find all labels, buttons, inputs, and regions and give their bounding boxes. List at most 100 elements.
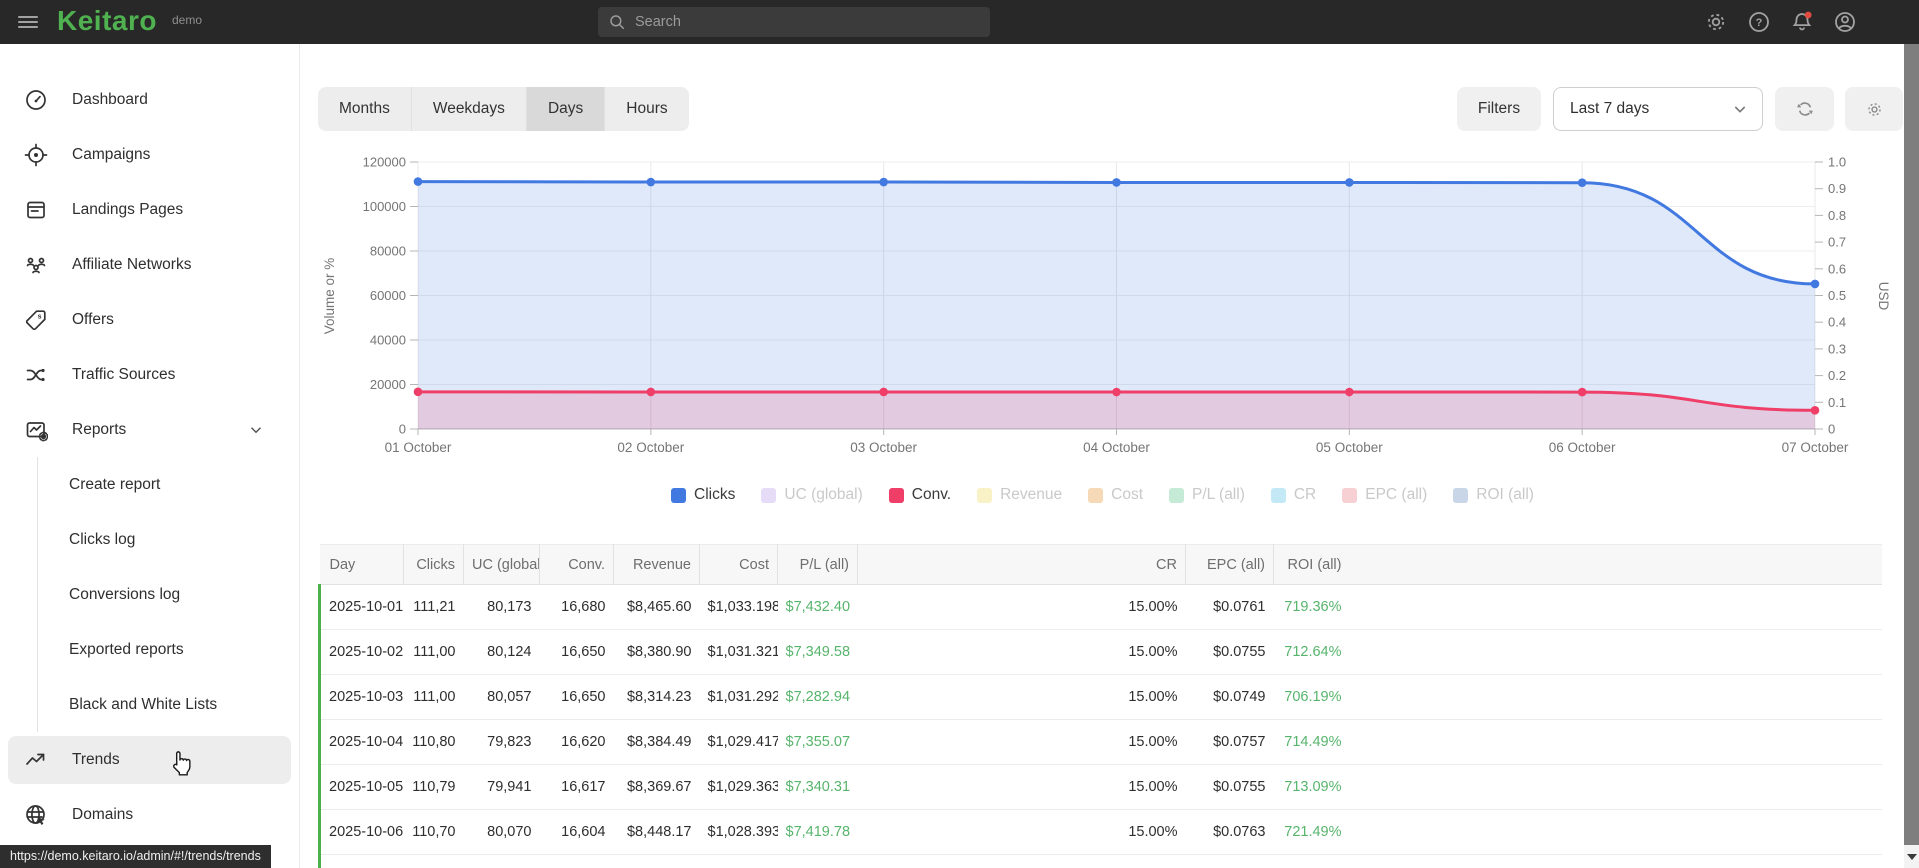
axis-label: 0.4: [1828, 315, 1846, 330]
filters-button[interactable]: Filters: [1457, 87, 1541, 131]
axis-label: 02 October: [617, 440, 684, 455]
sidebar-subitem-clicks-log[interactable]: Clicks log: [38, 512, 299, 567]
scrollbar-down-arrow[interactable]: [1904, 845, 1919, 868]
scrollbar-thumb[interactable]: [1904, 44, 1919, 845]
legend-swatch: [888, 487, 904, 503]
axis-label: 0.5: [1828, 288, 1846, 303]
sidebar-item-offers[interactable]: s Offers: [8, 292, 291, 347]
table-cell: 706.19%: [1273, 674, 1350, 720]
table-cell: $1,033.1989: [699, 584, 778, 630]
axis-label: 120000: [363, 155, 406, 170]
tab-hours[interactable]: Hours: [604, 87, 688, 131]
table-cell: 15.00%: [857, 674, 1186, 720]
sidebar-item-affiliate-networks[interactable]: Affiliate Networks: [8, 237, 291, 292]
tab-weekdays[interactable]: Weekdays: [410, 87, 526, 131]
table-row: 2025-10-0744,4944,4576,646$4,063.94$587.…: [318, 854, 1882, 868]
clicks-point: [413, 177, 423, 186]
axis-label: 07 October: [1782, 440, 1849, 455]
legend-item-conv[interactable]: Conv.: [888, 486, 951, 504]
table-cell: 80,124: [463, 629, 540, 675]
chart-settings-button[interactable]: [1845, 87, 1903, 131]
table-cell: 44,457: [463, 854, 540, 868]
table-cell: $8,448.17: [613, 809, 700, 855]
sidebar-item-label: Reports: [72, 420, 127, 438]
legend-item-epc-all[interactable]: EPC (all): [1342, 486, 1427, 504]
sidebar-item-trends[interactable]: Trends: [8, 735, 291, 784]
sidebar-subitem-create-report[interactable]: Create report: [38, 457, 299, 512]
tab-days[interactable]: Days: [525, 87, 605, 131]
search-box[interactable]: [598, 7, 990, 37]
refresh-button[interactable]: [1775, 87, 1834, 131]
table-cell: $0.0755: [1185, 629, 1274, 675]
table-row: 2025-10-03 111,00 80,057 16,650 $8,314.23 $1,…: [318, 674, 1882, 720]
column-header-uc-global: UC (global): [463, 544, 540, 585]
sidebar-subitem-exported-reports[interactable]: Exported reports: [38, 622, 299, 677]
table-cell-filler: [1349, 584, 1882, 630]
account-icon[interactable]: [1833, 10, 1857, 34]
sidebar-item-landings-pages[interactable]: Landings Pages: [8, 182, 291, 237]
table-cell: $7,282.94: [777, 674, 858, 720]
legend-item-revenue[interactable]: Revenue: [977, 486, 1062, 504]
legend-swatch: [761, 487, 777, 503]
axis-label: 0.6: [1828, 261, 1846, 276]
table-cell: 15.00%: [857, 809, 1186, 855]
table-cell: 16,650: [539, 629, 614, 675]
campaigns-icon: [24, 143, 48, 167]
date-range-select[interactable]: Last 7 days: [1553, 87, 1763, 131]
settings-gear-icon[interactable]: [1704, 10, 1728, 34]
sidebar-item-reports[interactable]: Reports: [8, 402, 291, 457]
column-header-cr: CR: [857, 544, 1186, 585]
conv-area: [418, 391, 1815, 429]
table-cell: 111,00: [403, 629, 464, 675]
legend-item-uc-global[interactable]: UC (global): [761, 486, 863, 504]
help-icon[interactable]: ?: [1747, 10, 1771, 34]
column-header-conv: Conv.: [539, 544, 614, 585]
axis-label: 100000: [363, 199, 406, 214]
clicks-point: [1112, 178, 1121, 187]
search-input[interactable]: [635, 14, 980, 30]
legend-item-cost[interactable]: Cost: [1088, 486, 1143, 504]
table-cell: $8,384.49: [613, 719, 700, 765]
tab-months[interactable]: Months: [318, 87, 411, 131]
sidebar-item-dashboard[interactable]: Dashboard: [8, 72, 291, 127]
conv-point: [646, 387, 656, 397]
gear-icon: [1867, 102, 1881, 116]
trends-icon: [24, 748, 48, 772]
table-cell: $7,355.07: [777, 719, 858, 765]
legend-item-p-l-all[interactable]: P/L (all): [1169, 486, 1245, 504]
axis-label: 04 October: [1083, 440, 1150, 455]
table-cell: 2025-10-03: [318, 674, 404, 720]
sidebar-item-label: Domains: [72, 805, 134, 823]
axis-label: 20000: [370, 377, 406, 392]
sidebar-subitem-conversions-log[interactable]: Conversions log: [38, 567, 299, 622]
legend-item-roi-all[interactable]: ROI (all): [1453, 486, 1534, 504]
svg-text:s: s: [38, 313, 42, 320]
table-cell: 16,604: [539, 809, 614, 855]
hamburger-menu-icon[interactable]: [18, 13, 38, 31]
sidebar: Dashboard Campaigns Landings Pages Affiliat…: [0, 44, 300, 868]
column-header-epc-all: EPC (all): [1185, 544, 1274, 585]
sidebar-subitem-black-and-white-lists[interactable]: Black and White Lists: [38, 677, 299, 732]
axis-label: 0.2: [1828, 368, 1846, 383]
table-cell: $7,340.31: [777, 764, 858, 810]
reports-icon: [24, 418, 49, 442]
table-cell-filler: [1349, 674, 1882, 720]
table-cell: $587.3000: [699, 854, 778, 868]
sidebar-item-traffic-sources[interactable]: Traffic Sources: [8, 347, 291, 402]
axis-label: 01 October: [385, 440, 452, 455]
legend-item-clicks[interactable]: Clicks: [671, 486, 735, 504]
legend-swatch: [1342, 487, 1358, 503]
legend-label: ROI (all): [1476, 486, 1534, 503]
table-cell: $7,349.58: [777, 629, 858, 675]
notifications-bell-icon[interactable]: [1790, 10, 1814, 34]
chevron-down-icon[interactable]: [247, 421, 265, 439]
column-header-cost: Cost: [699, 544, 778, 585]
sidebar-item-domains[interactable]: Domains: [8, 787, 291, 842]
clicks-point: [1810, 279, 1820, 289]
search-icon: [610, 15, 625, 30]
legend-item-cr[interactable]: CR: [1270, 486, 1316, 504]
sidebar-item-campaigns[interactable]: Campaigns: [8, 127, 291, 182]
sidebar-item-label: Affiliate Networks: [72, 255, 192, 273]
keitaro-logo[interactable]: Keitaro: [57, 5, 157, 37]
affiliates-icon: [24, 253, 48, 277]
